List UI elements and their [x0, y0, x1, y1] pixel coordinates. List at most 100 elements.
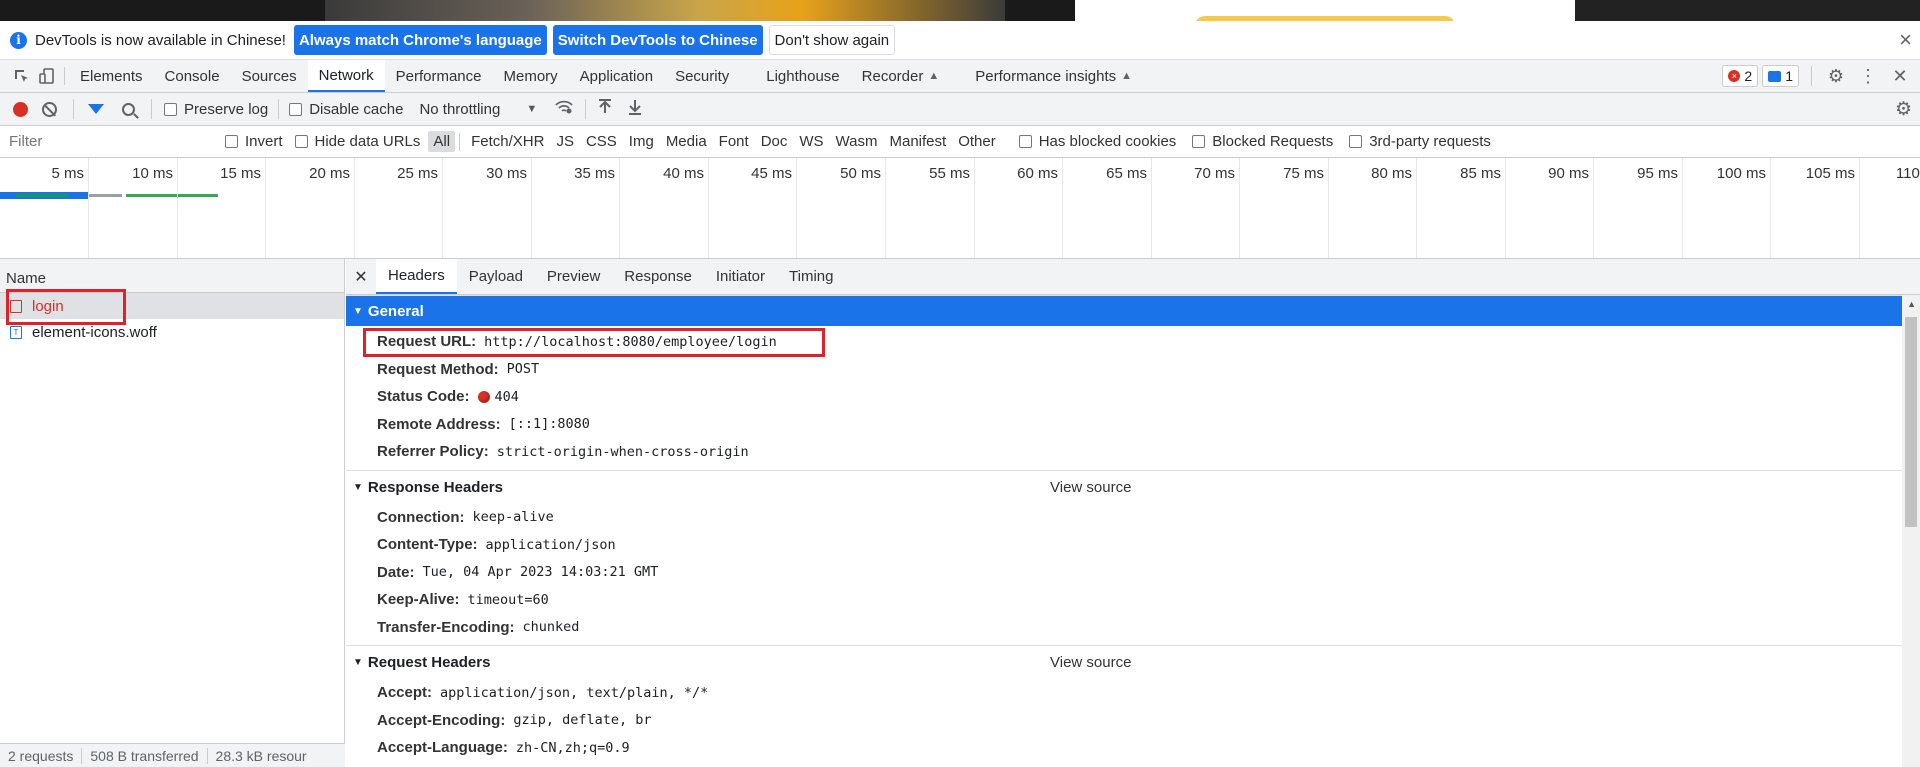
- header-value[interactable]: zh-CN,zh;q=0.9: [516, 740, 630, 756]
- filter-type-media[interactable]: Media: [661, 131, 712, 152]
- tab-elements[interactable]: Elements: [69, 60, 154, 92]
- status-error-dot-icon: [477, 390, 490, 403]
- inspect-element-icon[interactable]: [8, 60, 34, 92]
- header-value[interactable]: strict-origin-when-cross-origin: [497, 444, 749, 460]
- general-section-header[interactable]: ▼ General: [346, 295, 1902, 326]
- response-headers-section-header[interactable]: ▼ Response Headers View source: [346, 469, 1902, 504]
- view-source-link[interactable]: View source: [1050, 654, 1131, 671]
- device-toolbar-icon[interactable]: [34, 60, 60, 92]
- tab-network[interactable]: Network: [307, 60, 385, 92]
- close-detail-icon[interactable]: ✕: [346, 259, 376, 294]
- toolbar-divider: [64, 67, 65, 85]
- filter-type-img[interactable]: Img: [624, 131, 659, 152]
- record-icon[interactable]: [13, 101, 28, 117]
- checkbox-box[interactable]: [1349, 135, 1363, 148]
- tab-initiator[interactable]: Initiator: [704, 259, 777, 294]
- tab-timing[interactable]: Timing: [777, 259, 845, 294]
- invert-checkbox[interactable]: Invert: [225, 133, 283, 150]
- name-column-header[interactable]: Name: [0, 259, 344, 293]
- filter-type-wasm[interactable]: Wasm: [831, 131, 883, 152]
- tab-preview[interactable]: Preview: [535, 259, 612, 294]
- search-icon[interactable]: [122, 102, 135, 116]
- export-har-icon[interactable]: [628, 99, 642, 120]
- header-value[interactable]: [::1]:8080: [509, 416, 590, 432]
- import-har-icon[interactable]: [598, 98, 612, 120]
- errors-badge[interactable]: × 2: [1722, 65, 1759, 87]
- header-value[interactable]: application/json, text/plain, */*: [440, 685, 708, 701]
- tab-performance-insights[interactable]: Performance insights ▲: [964, 60, 1143, 92]
- checkbox-box[interactable]: [289, 102, 303, 116]
- invert-label: Invert: [245, 133, 283, 150]
- filter-type-js[interactable]: JS: [551, 131, 579, 152]
- filter-type-ws[interactable]: WS: [794, 131, 828, 152]
- tab-performance[interactable]: Performance: [385, 60, 493, 92]
- timeline-tick-label: 20 ms: [309, 165, 350, 182]
- clear-icon[interactable]: [42, 101, 57, 117]
- preserve-log-checkbox[interactable]: Preserve log: [164, 101, 268, 118]
- expand-triangle-icon: ▼: [353, 305, 363, 317]
- error-icon: ×: [1728, 70, 1741, 82]
- checkbox-box[interactable]: [1018, 135, 1032, 148]
- tab-security[interactable]: Security: [664, 60, 755, 92]
- tab-lighthouse[interactable]: Lighthouse: [755, 60, 850, 92]
- hide-data-urls-checkbox[interactable]: Hide data URLs: [294, 133, 420, 150]
- close-icon[interactable]: ×: [1899, 29, 1912, 51]
- filter-type-fetch-xhr[interactable]: Fetch/XHR: [466, 131, 549, 152]
- checkbox-box[interactable]: [225, 135, 238, 148]
- messages-badge[interactable]: 1: [1762, 65, 1799, 87]
- header-value[interactable]: keep-alive: [473, 509, 554, 525]
- checkbox-box[interactable]: [1192, 135, 1206, 148]
- close-devtools-icon[interactable]: ✕: [1888, 64, 1912, 88]
- checkbox-box[interactable]: [164, 102, 177, 116]
- header-value[interactable]: 404: [495, 389, 519, 405]
- filter-type-font[interactable]: Font: [714, 131, 754, 152]
- header-value[interactable]: chunked: [523, 619, 580, 635]
- header-row: Content-Type: application/json: [346, 531, 1902, 559]
- tab-application[interactable]: Application: [569, 60, 664, 92]
- filter-type-doc[interactable]: Doc: [756, 131, 793, 152]
- tab-payload[interactable]: Payload: [457, 259, 535, 294]
- settings-gear-icon[interactable]: ⚙: [1824, 64, 1848, 88]
- filter-type-other[interactable]: Other: [953, 131, 1001, 152]
- filter-type-css[interactable]: CSS: [581, 131, 622, 152]
- filter-funnel-icon[interactable]: [88, 104, 104, 114]
- filter-type-all[interactable]: All: [428, 131, 456, 152]
- header-value[interactable]: POST: [507, 361, 540, 377]
- scroll-up-arrow-icon[interactable]: ▲: [1907, 299, 1916, 309]
- header-value[interactable]: application/json: [486, 537, 616, 553]
- header-value[interactable]: timeout=60: [468, 592, 549, 608]
- filter-type-manifest[interactable]: Manifest: [885, 131, 952, 152]
- request-headers-section-header[interactable]: ▼ Request Headers View source: [346, 645, 1902, 679]
- tab-recorder[interactable]: Recorder ▲: [851, 60, 951, 92]
- timeline-tick-label: 100 ms: [1716, 165, 1766, 182]
- header-value[interactable]: gzip, deflate, br: [513, 712, 651, 728]
- view-source-link[interactable]: View source: [1050, 479, 1131, 496]
- throttling-select[interactable]: No throttling ▼: [419, 101, 537, 118]
- filter-input[interactable]: [4, 130, 209, 153]
- timeline-tick-label: 25 ms: [397, 165, 438, 182]
- checkbox-box[interactable]: [294, 135, 308, 148]
- scrollbar-thumb[interactable]: [1905, 317, 1917, 527]
- timeline-bar-green-2: [126, 194, 218, 197]
- tab-console[interactable]: Console: [154, 60, 231, 92]
- tab-headers[interactable]: Headers: [376, 259, 457, 294]
- switch-chinese-button[interactable]: Switch DevTools to Chinese: [552, 25, 763, 55]
- blocked-requests-checkbox[interactable]: Blocked Requests: [1192, 133, 1333, 150]
- disable-cache-label: Disable cache: [309, 100, 404, 118]
- tab-recorder-label: Recorder: [861, 67, 924, 85]
- header-key: Transfer-Encoding:: [377, 618, 515, 636]
- more-options-icon[interactable]: ⋮: [1856, 64, 1880, 88]
- network-settings-gear-icon[interactable]: ⚙: [1895, 98, 1912, 121]
- disable-cache-checkbox[interactable]: Disable cache: [289, 101, 403, 118]
- tab-response[interactable]: Response: [612, 259, 704, 294]
- header-value[interactable]: Tue, 04 Apr 2023 14:03:21 GMT: [423, 564, 659, 580]
- dont-show-again-button[interactable]: Don't show again: [768, 25, 896, 55]
- tab-sources[interactable]: Sources: [231, 60, 308, 92]
- network-timeline-overview[interactable]: 5 ms 10 ms 15 ms 20 ms 25 ms 30 ms 35 ms 40 ms 4…: [0, 158, 1920, 259]
- timeline-tick-label: 15 ms: [220, 165, 261, 182]
- network-conditions-icon[interactable]: [555, 100, 573, 118]
- tab-memory[interactable]: Memory: [493, 60, 569, 92]
- has-blocked-cookies-checkbox[interactable]: Has blocked cookies: [1018, 133, 1176, 150]
- third-party-checkbox[interactable]: 3rd-party requests: [1349, 133, 1491, 150]
- match-language-button[interactable]: Always match Chrome's language: [293, 25, 547, 55]
